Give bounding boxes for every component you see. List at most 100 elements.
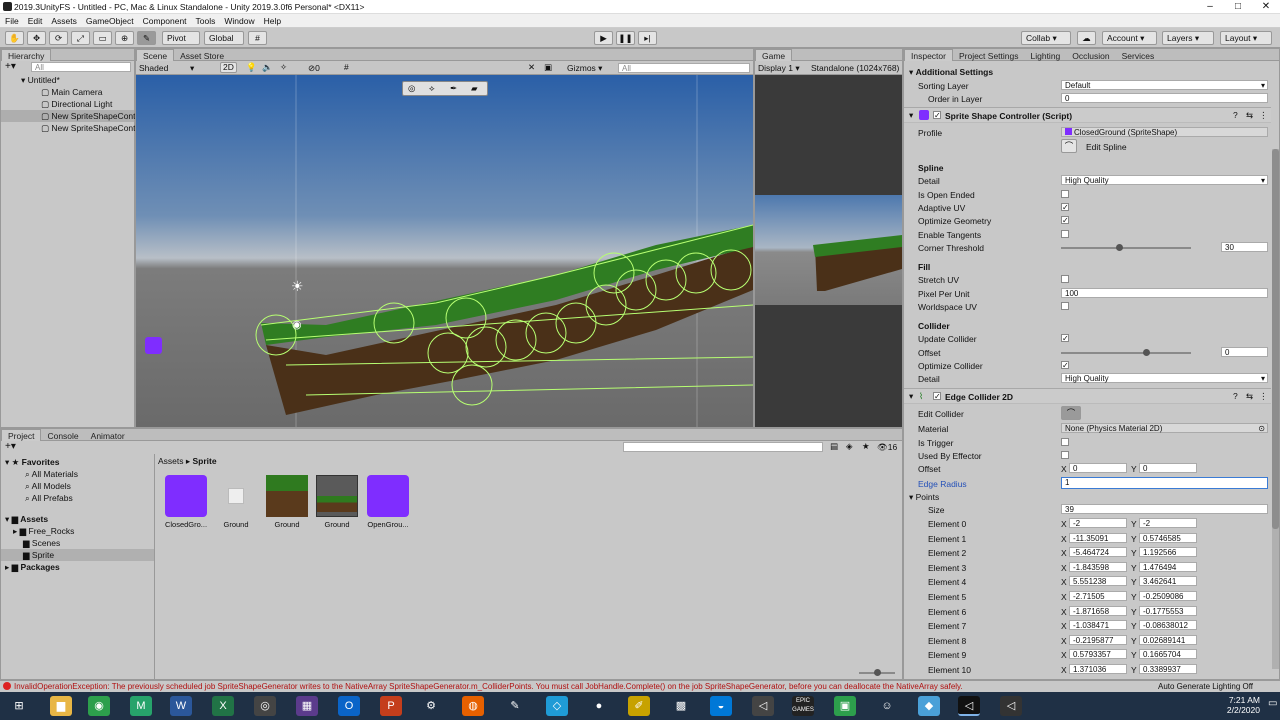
is-trigger-checkbox[interactable] <box>1061 438 1069 446</box>
pixel-per-unit-field[interactable]: 100 <box>1061 288 1268 298</box>
filter-label-icon[interactable]: ◈ <box>846 441 853 452</box>
camera-gizmo-icon[interactable]: ◉ <box>292 318 302 331</box>
hand-tool-icon[interactable]: ✋ <box>5 31 24 45</box>
element-x-field[interactable]: 0.5793357 <box>1069 649 1127 660</box>
outlook-icon[interactable]: O <box>338 696 360 716</box>
list-item[interactable]: ⌕ All Prefabs <box>1 492 154 504</box>
spline-tangent-icon[interactable]: ⟡ <box>429 83 435 94</box>
stretch-uv-checkbox[interactable] <box>1061 275 1069 283</box>
foldout-icon[interactable]: ▾ <box>909 110 913 121</box>
app-icon[interactable]: ✐ <box>628 696 650 716</box>
resolution-dropdown[interactable]: Standalone (1024x768) <box>811 63 899 73</box>
list-item[interactable]: ▆ Scenes <box>1 537 154 549</box>
menu-assets[interactable]: Assets <box>46 14 81 26</box>
element-x-field[interactable]: -2.71505 <box>1069 591 1127 601</box>
breadcrumb-item[interactable]: Assets <box>158 456 184 466</box>
collider-offset-field[interactable]: 0 <box>1221 347 1268 357</box>
points-foldout[interactable]: ▾ Points <box>909 492 939 503</box>
order-in-layer-field[interactable]: 0 <box>1061 93 1268 103</box>
list-item[interactable]: ▢ Main Camera <box>1 86 134 98</box>
tab-hierarchy[interactable]: Hierarchy <box>1 49 52 61</box>
rect-tool-icon[interactable]: ▭ <box>93 31 112 45</box>
tab-project[interactable]: Project <box>1 429 42 441</box>
enable-tangents-checkbox[interactable] <box>1061 230 1069 238</box>
list-item[interactable]: ▢ Directional Light <box>1 98 134 110</box>
maximize-button[interactable]: □ <box>1224 0 1252 14</box>
element-x-field[interactable]: -11.35091 <box>1069 532 1127 543</box>
filter-type-icon[interactable]: ▤ <box>830 441 838 452</box>
detail-dropdown[interactable]: High Quality ▾ <box>1061 175 1268 185</box>
asset-item[interactable]: OpenGrou... <box>365 475 411 529</box>
element-x-field[interactable]: -1.843598 <box>1069 561 1127 572</box>
blender-icon[interactable]: ◎ <box>254 696 276 716</box>
taskbar-clock[interactable]: 7:21 AM 2/2/2020 <box>1220 695 1260 715</box>
obs-icon[interactable]: ● <box>588 696 610 716</box>
add-icon[interactable]: +▾ <box>5 61 16 72</box>
packages-folder[interactable]: ▸ ▆ Packages <box>1 561 154 573</box>
preset-icon[interactable]: ⇆ <box>1246 391 1253 402</box>
add-icon[interactable]: +▾ <box>5 441 16 452</box>
2d-toggle[interactable]: 2D <box>220 62 237 73</box>
asset-item[interactable]: Ground <box>264 475 310 529</box>
app-icon[interactable]: ✎ <box>504 696 526 716</box>
element-y-field[interactable]: -0.08638012 <box>1139 620 1197 631</box>
light-gizmo-icon[interactable]: ☀ <box>291 278 304 295</box>
minimize-button[interactable]: – <box>1196 0 1224 14</box>
app-icon[interactable]: ◆ <box>918 696 940 716</box>
element-x-field[interactable]: -5.464724 <box>1069 547 1127 558</box>
audio-icon[interactable]: 🔈 <box>262 62 273 73</box>
global-toggle[interactable]: Global <box>204 31 244 45</box>
layers-dropdown[interactable]: Layers ▾ <box>1162 31 1214 45</box>
corner-threshold-knob[interactable] <box>1116 244 1123 251</box>
list-item[interactable]: ⌕ All Models <box>1 480 154 492</box>
spline-mode-icon[interactable]: ◎ <box>408 83 415 94</box>
menu-edit[interactable]: Edit <box>23 14 47 26</box>
element-y-field[interactable]: 1.476494 <box>1139 561 1197 572</box>
more-options-icon[interactable]: ⋮ <box>1259 110 1268 121</box>
more-options-icon[interactable]: ⋮ <box>1259 391 1268 402</box>
firefox-icon[interactable]: ◍ <box>462 696 484 716</box>
effects-icon[interactable]: ✧ <box>280 62 287 73</box>
element-y-field[interactable]: -0.2509086 <box>1139 591 1197 601</box>
favorites-folder[interactable]: ▾ ★ Favorites <box>1 454 154 468</box>
collab-dropdown[interactable]: Collab ▾ <box>1021 31 1071 45</box>
help-icon[interactable]: ? <box>1233 391 1238 401</box>
hidden-objects-toggle[interactable]: ⊘0 <box>308 63 320 74</box>
tab-scene[interactable]: Scene <box>136 49 175 61</box>
unity-editor-icon[interactable]: ◁ <box>958 696 980 716</box>
app-icon[interactable]: ⚙ <box>420 696 442 716</box>
close-button[interactable]: ✕ <box>1252 0 1280 14</box>
menu-file[interactable]: File <box>0 14 23 26</box>
thumbnail-size-knob[interactable] <box>874 669 881 676</box>
edge-radius-field[interactable]: 1 <box>1061 477 1268 489</box>
corner-threshold-field[interactable]: 30 <box>1221 242 1268 252</box>
notification-icon[interactable]: ▭ <box>1268 698 1277 709</box>
sprite-shape-gizmo-icon[interactable] <box>145 337 162 354</box>
file-explorer-icon[interactable]: ▆ <box>50 696 72 716</box>
material-field[interactable]: None (Physics Material 2D) ⊙ <box>1061 423 1268 433</box>
list-item[interactable]: ⌕ All Materials <box>1 468 154 480</box>
sorting-layer-dropdown[interactable]: Default ▾ <box>1061 80 1268 90</box>
cloud-icon[interactable]: ☁ <box>1077 31 1096 45</box>
camera-icon[interactable]: ▣ <box>544 62 552 73</box>
element-y-field[interactable]: 0.1665704 <box>1139 649 1197 660</box>
offset-y-field[interactable]: 0 <box>1139 463 1197 473</box>
additional-settings-foldout[interactable]: ▾ Additional Settings <box>909 67 993 78</box>
app-icon[interactable]: ▩ <box>670 696 692 716</box>
scene-search-input[interactable]: All <box>618 63 750 73</box>
app-icon[interactable]: ◒ <box>710 696 732 716</box>
pivot-toggle[interactable]: Pivot <box>162 31 200 45</box>
element-x-field[interactable]: 1.371036 <box>1069 664 1127 674</box>
is-open-ended-checkbox[interactable] <box>1061 190 1069 198</box>
move-tool-icon[interactable]: ✥ <box>27 31 46 45</box>
shading-dropdown[interactable]: Shaded <box>139 63 168 73</box>
unity-hub-icon[interactable]: ◁ <box>752 696 774 716</box>
menu-tools[interactable]: Tools <box>191 14 220 26</box>
auto-lighting-status[interactable]: Auto Generate Lighting Off <box>1158 682 1253 691</box>
element-y-field[interactable]: -2 <box>1139 518 1197 528</box>
element-y-field[interactable]: 1.192566 <box>1139 547 1197 558</box>
collider-offset-slider[interactable] <box>1061 352 1191 354</box>
step-button-icon[interactable]: ▸| <box>638 31 657 45</box>
asset-item[interactable]: Ground <box>314 475 360 529</box>
snap-icon[interactable]: # <box>248 31 267 45</box>
